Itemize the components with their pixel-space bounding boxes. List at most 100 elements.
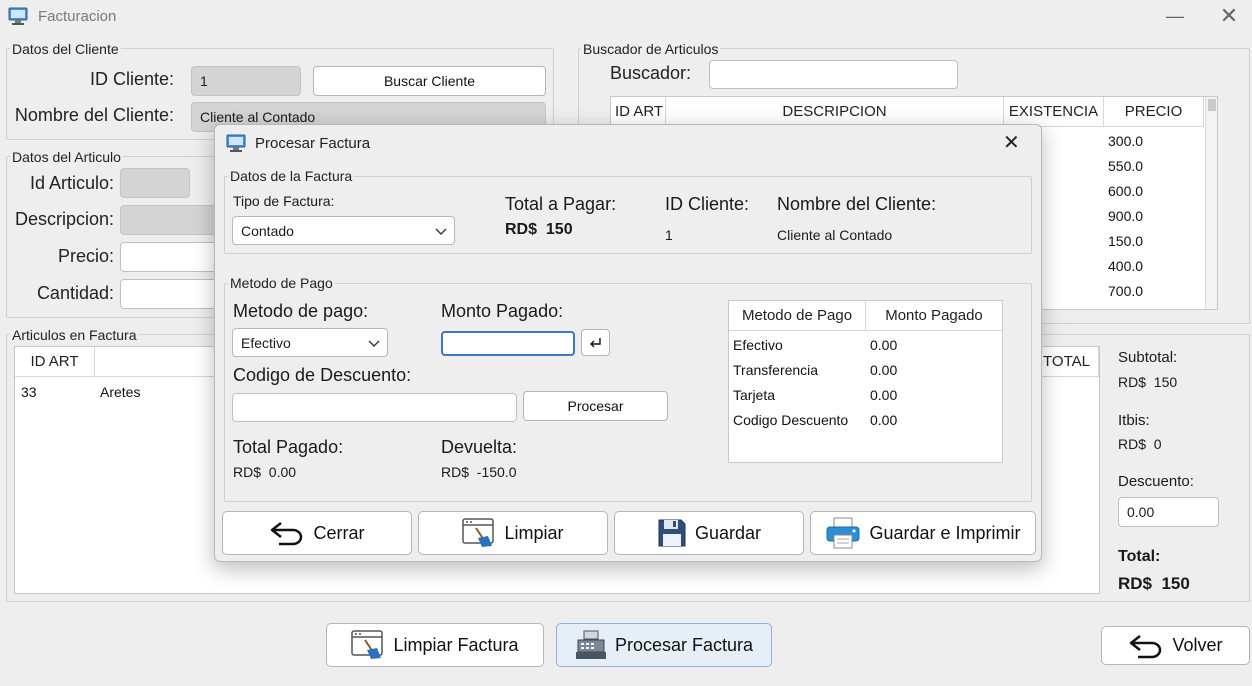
save-disk-icon bbox=[657, 518, 687, 548]
pago-monto-cell: 0.00 bbox=[870, 337, 898, 353]
subtotal-value: RD$ 150 bbox=[1118, 374, 1178, 390]
window-title: Facturacion bbox=[38, 8, 117, 25]
col-existencia[interactable]: EXISTENCIA bbox=[1004, 97, 1104, 127]
cliente-legend: Datos del Cliente bbox=[10, 41, 121, 57]
metodo-select[interactable]: Efectivo bbox=[232, 328, 388, 357]
pago-metodo-cell: Tarjeta bbox=[733, 387, 776, 403]
minimize-icon[interactable]: — bbox=[1160, 6, 1190, 27]
printer-icon bbox=[825, 517, 861, 549]
tipo-factura-label: Tipo de Factura: bbox=[233, 193, 335, 209]
cash-register-icon bbox=[575, 630, 607, 660]
codigo-input[interactable] bbox=[232, 393, 517, 422]
procesar-factura-dialog: Procesar Factura ✕ Datos de la Factura T… bbox=[214, 124, 1042, 562]
app-icon bbox=[8, 7, 28, 25]
cerrar-button[interactable]: Cerrar bbox=[222, 511, 412, 555]
id-articulo-label: Id Articulo: bbox=[29, 173, 114, 193]
itbis-label: Itbis: bbox=[1118, 412, 1150, 429]
col-metodo-pago[interactable]: Metodo de Pago bbox=[729, 301, 866, 331]
dialog-nombre-cliente-label: Nombre del Cliente: bbox=[777, 194, 937, 214]
id-articulo-field[interactable] bbox=[120, 168, 190, 198]
limpiar-label: Limpiar bbox=[504, 522, 564, 543]
pago-monto-cell: 0.00 bbox=[870, 387, 898, 403]
pago-monto-cell: 0.00 bbox=[870, 412, 898, 428]
guardar-label: Guardar bbox=[694, 522, 762, 543]
descripcion-field[interactable] bbox=[120, 205, 220, 235]
enter-icon bbox=[589, 337, 603, 349]
col-monto-pagado[interactable]: Monto Pagado bbox=[866, 301, 1002, 331]
precio-cell: 550.0 bbox=[1108, 158, 1144, 174]
pago-metodo-cell: Efectivo bbox=[733, 337, 783, 353]
item-id-cell: 33 bbox=[21, 384, 37, 400]
dialog-id-cliente-value: 1 bbox=[665, 227, 673, 243]
precio-cell: 700.0 bbox=[1108, 283, 1144, 299]
limpiar-factura-label: Limpiar Factura bbox=[393, 634, 519, 655]
close-icon[interactable]: ✕ bbox=[1214, 3, 1244, 29]
dialog-close-icon[interactable]: ✕ bbox=[1003, 130, 1020, 155]
devuelta-label: Devuelta: bbox=[441, 437, 518, 457]
buscador-label: Buscador: bbox=[610, 63, 692, 83]
buscar-cliente-button[interactable]: Buscar Cliente bbox=[313, 66, 546, 96]
chevron-down-icon bbox=[367, 336, 381, 350]
volver-button[interactable]: Volver bbox=[1101, 626, 1250, 665]
limpiar-button[interactable]: Limpiar bbox=[418, 511, 608, 555]
col-precio[interactable]: PRECIO bbox=[1104, 97, 1204, 127]
col-descripcion[interactable]: DESCRIPCION bbox=[666, 97, 1004, 127]
guardar-imprimir-button[interactable]: Guardar e Imprimir bbox=[810, 511, 1036, 555]
scrollbar[interactable] bbox=[1205, 97, 1217, 309]
precio-cell: 300.0 bbox=[1108, 133, 1144, 149]
cantidad-field[interactable] bbox=[120, 279, 220, 309]
metodo-pago-legend: Metodo de Pago bbox=[228, 275, 335, 291]
title-bar: Facturacion — ✕ bbox=[0, 0, 1252, 34]
pago-metodo-cell: Codigo Descuento bbox=[733, 412, 849, 428]
total-value: RD$ 150 bbox=[1118, 574, 1190, 593]
precio-field[interactable] bbox=[120, 242, 220, 272]
guardar-imprimir-label: Guardar e Imprimir bbox=[869, 522, 1021, 543]
return-arrow-icon bbox=[1128, 633, 1164, 659]
descuento-input[interactable]: 0.00 bbox=[1118, 497, 1219, 527]
metodo-label: Metodo de pago: bbox=[233, 301, 369, 321]
scrollbar-thumb[interactable] bbox=[1208, 99, 1216, 111]
cerrar-label: Cerrar bbox=[313, 522, 365, 543]
pago-monto-cell: 0.00 bbox=[870, 362, 898, 378]
dialog-app-icon bbox=[226, 134, 246, 152]
tipo-factura-select[interactable]: Contado bbox=[232, 216, 455, 245]
total-pagar-label: Total a Pagar: bbox=[505, 194, 617, 214]
broom-window-icon bbox=[462, 518, 496, 548]
enter-button[interactable] bbox=[581, 329, 610, 356]
metodo-value: Efectivo bbox=[241, 334, 291, 351]
pagos-table[interactable]: Metodo de Pago Monto Pagado Efectivo 0.0… bbox=[728, 300, 1003, 463]
codigo-label: Codigo de Descuento: bbox=[233, 365, 412, 385]
total-pagar-value: RD$ 150 bbox=[505, 221, 573, 238]
procesar-button[interactable]: Procesar bbox=[523, 391, 668, 421]
descuento-label: Descuento: bbox=[1118, 473, 1194, 490]
item-descripcion-cell: Aretes bbox=[100, 384, 141, 400]
id-cliente-field[interactable]: 1 bbox=[191, 66, 301, 96]
cantidad-label: Cantidad: bbox=[36, 283, 114, 303]
pago-metodo-cell: Transferencia bbox=[733, 362, 819, 378]
subtotal-label: Subtotal: bbox=[1118, 349, 1178, 366]
broom-window-icon bbox=[351, 630, 385, 660]
col-id-art[interactable]: ID ART bbox=[611, 97, 666, 127]
dialog-title: Procesar Factura bbox=[255, 135, 371, 152]
precio-cell: 600.0 bbox=[1108, 183, 1144, 199]
descripcion-label: Descripcion: bbox=[14, 209, 114, 229]
monto-label: Monto Pagado: bbox=[441, 301, 564, 321]
chevron-down-icon bbox=[434, 224, 448, 238]
buscador-input[interactable] bbox=[709, 60, 958, 89]
total-label: Total: bbox=[1118, 548, 1161, 565]
col-id-art[interactable]: ID ART bbox=[15, 347, 95, 377]
nombre-cliente-label: Nombre del Cliente: bbox=[14, 105, 174, 125]
procesar-factura-button[interactable]: Procesar Factura bbox=[556, 623, 772, 667]
limpiar-factura-button[interactable]: Limpiar Factura bbox=[326, 623, 544, 667]
total-pagado-value: RD$ 0.00 bbox=[233, 464, 297, 480]
total-pagado-label: Total Pagado: bbox=[233, 437, 344, 457]
procesar-factura-label: Procesar Factura bbox=[614, 634, 754, 655]
volver-label: Volver bbox=[1172, 635, 1223, 655]
tipo-factura-value: Contado bbox=[241, 222, 294, 239]
itbis-value: RD$ 0 bbox=[1118, 436, 1162, 452]
precio-cell: 150.0 bbox=[1108, 233, 1144, 249]
monto-input[interactable] bbox=[441, 331, 575, 356]
devuelta-value: RD$ -150.0 bbox=[441, 464, 517, 480]
guardar-button[interactable]: Guardar bbox=[614, 511, 804, 555]
col-total[interactable]: TOTAL bbox=[1035, 347, 1099, 377]
